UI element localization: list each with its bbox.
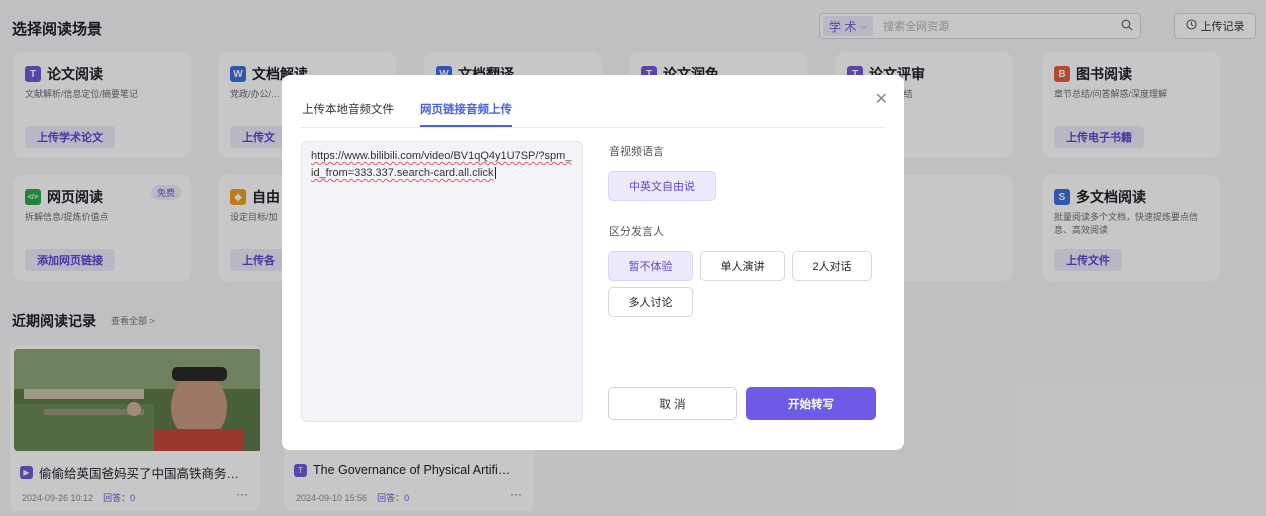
tab-divider	[300, 127, 886, 128]
speaker-option-multi[interactable]: 多人讨论	[608, 287, 693, 317]
text-cursor	[494, 167, 496, 179]
language-label: 音视频语言	[609, 146, 664, 158]
speaker-option-single[interactable]: 单人演讲	[700, 251, 785, 281]
speaker-option-skip[interactable]: 暂不体验	[608, 251, 693, 281]
url-textarea[interactable]: https://www.bilibili.com/video/BV1qQ4y1U…	[301, 141, 583, 422]
speaker-label: 区分发言人	[609, 226, 664, 238]
language-option-mixed[interactable]: 中英文自由说	[608, 171, 716, 201]
url-value: https://www.bilibili.com/video/BV1qQ4y1U…	[311, 150, 572, 179]
tab-local-audio[interactable]: 上传本地音频文件	[302, 101, 394, 127]
tab-web-link-audio[interactable]: 网页链接音频上传	[420, 101, 512, 127]
modal-tabs: 上传本地音频文件 网页链接音频上传	[302, 101, 512, 127]
speaker-option-two[interactable]: 2人对话	[792, 251, 872, 281]
cancel-button[interactable]: 取 消	[608, 387, 737, 420]
close-icon[interactable]: ✕	[875, 89, 888, 109]
upload-audio-modal: 上传本地音频文件 网页链接音频上传 ✕ https://www.bilibili…	[282, 75, 904, 450]
start-transcribe-button[interactable]: 开始转写	[746, 387, 876, 420]
